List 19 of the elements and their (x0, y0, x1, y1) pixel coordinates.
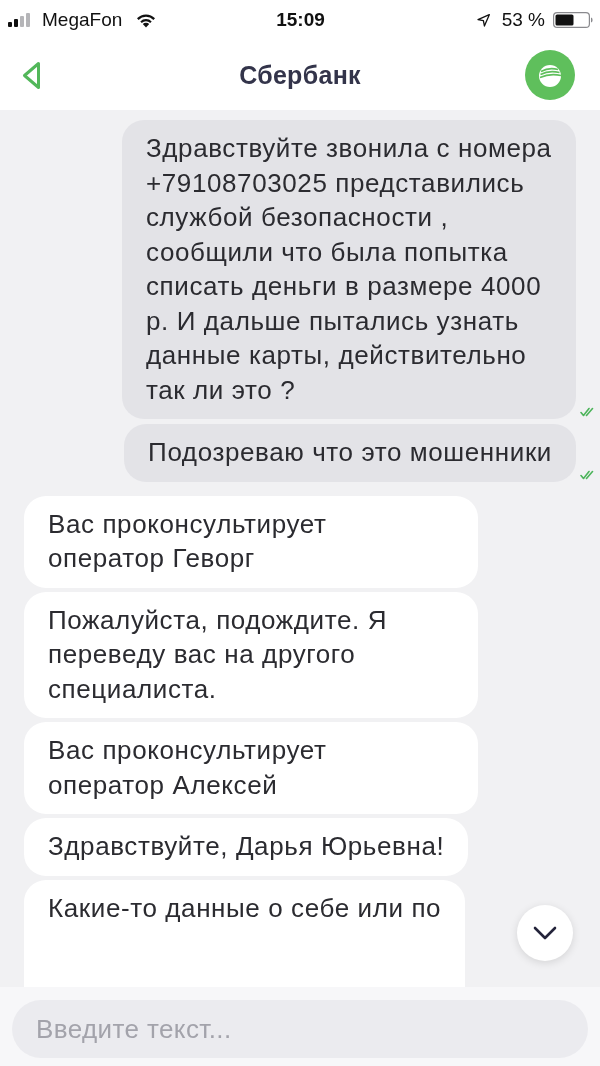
sent-message: Здравствуйте звонила с номера +79108703025 представились службой безопасности , сообщили что была попытка списать деньги в размере 4000 р. И дальше пытались узнать данные карты, действительно так ли это ? (122, 120, 576, 419)
scroll-down-button[interactable] (517, 905, 573, 961)
message-input-field[interactable]: Введите текст... (12, 1000, 588, 1058)
back-icon[interactable] (22, 60, 42, 90)
logo-icon[interactable] (525, 50, 575, 100)
carrier-name: MegaFon (42, 9, 123, 31)
battery-percent: 53 % (501, 9, 545, 31)
received-message: Пожалуйста, подождите. Я переведу вас на другого специалиста. (24, 591, 478, 718)
location-arrow-icon (476, 13, 490, 27)
chevron-down-icon (533, 926, 557, 940)
status-time: 15:09 (276, 9, 325, 31)
received-message: Вас проконсультирует оператор Алексей (24, 722, 478, 814)
wifi-icon (136, 12, 157, 28)
received-message: Здравствуйте, Дарья Юрьевна! (24, 818, 469, 876)
received-message: Вас проконсультирует оператор Геворг (24, 495, 478, 588)
battery-icon (553, 12, 593, 28)
sent-message: Подозреваю что это мошенники (124, 424, 576, 482)
chat-title: Сбербанк (238, 60, 362, 90)
received-message: Какие-то данные о себе или по (24, 879, 466, 987)
